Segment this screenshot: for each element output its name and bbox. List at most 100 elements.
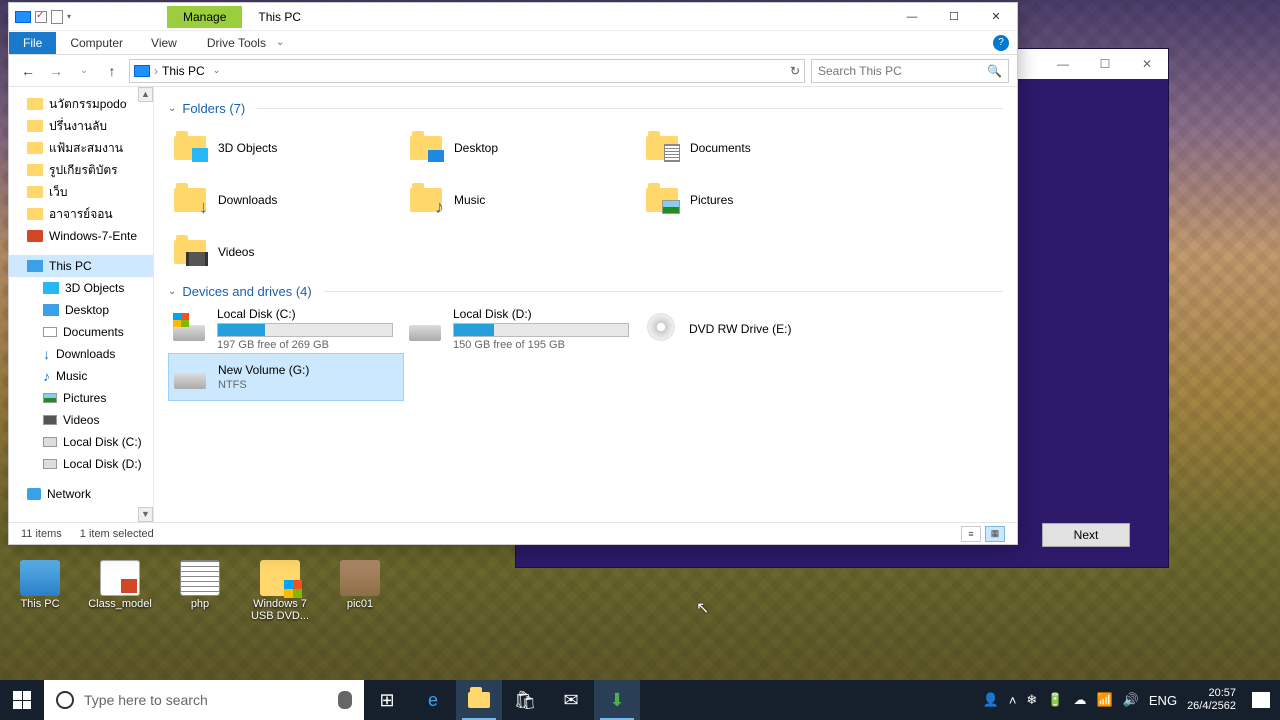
taskbar-search-placeholder: Type here to search — [84, 692, 328, 708]
tray-network-icon[interactable]: 📶 — [1097, 692, 1113, 708]
tray-language[interactable]: ENG — [1149, 693, 1177, 708]
maximize-button[interactable]: ☐ — [933, 3, 975, 31]
help-icon[interactable]: ? — [993, 35, 1009, 51]
tray-notifications-icon[interactable] — [1252, 692, 1270, 708]
desktop-icons: This PC Class_model php Windows 7 USB DV… — [10, 560, 390, 622]
desktop-icon-thispc[interactable]: This PC — [10, 560, 70, 622]
task-view-icon[interactable]: ⊞ — [364, 680, 410, 720]
collapse-icon[interactable]: ⌄ — [168, 286, 176, 297]
nav-3dobjects[interactable]: 3D Objects — [9, 277, 153, 299]
folder-music[interactable]: Music — [404, 174, 640, 226]
search-box[interactable]: 🔍 — [811, 59, 1009, 83]
nav-localdisk-d[interactable]: Local Disk (D:) — [9, 453, 153, 475]
nav-localdisk-c[interactable]: Local Disk (C:) — [9, 431, 153, 453]
status-bar: 11 items 1 item selected ≡ ▦ — [9, 522, 1017, 544]
nav-folder[interactable]: นวัตกรรมpodo — [9, 93, 153, 115]
nav-network[interactable]: Network — [9, 483, 153, 505]
back-button[interactable]: ← — [17, 63, 39, 79]
next-button[interactable]: Next — [1042, 523, 1130, 547]
tray-onedrive-icon[interactable]: ☁ — [1074, 692, 1087, 708]
tray-volume-icon[interactable]: 🔊 — [1123, 692, 1139, 708]
taskbar-search[interactable]: Type here to search — [44, 680, 364, 720]
nav-folder[interactable]: แฟ้มสะสมงาน — [9, 137, 153, 159]
status-item-count: 11 items — [21, 528, 62, 540]
ribbon-collapse-icon[interactable]: ⌄ — [276, 37, 284, 48]
nav-folder[interactable]: รูปเกียรติบัตร — [9, 159, 153, 181]
windows-logo-icon — [13, 691, 31, 709]
forward-button[interactable]: → — [45, 63, 67, 79]
nav-folder[interactable]: Windows-7-Ente — [9, 225, 153, 247]
folder-pictures[interactable]: Pictures — [640, 174, 876, 226]
search-icon[interactable]: 🔍 — [987, 64, 1002, 78]
tab-view[interactable]: View — [137, 32, 191, 54]
nav-desktop[interactable]: Desktop — [9, 299, 153, 321]
search-input[interactable] — [818, 64, 987, 78]
tab-drive-tools[interactable]: Drive Tools — [197, 32, 276, 54]
titlebar: ▾ Manage This PC — ☐ ✕ — [9, 3, 1017, 31]
window-title: This PC — [258, 10, 301, 24]
quick-access-toolbar: ▾ — [9, 10, 77, 24]
tray-chevron-icon[interactable]: ˄ — [1009, 693, 1017, 708]
tray-app-icon[interactable]: ❄ — [1026, 692, 1037, 708]
view-details-icon[interactable]: ≡ — [961, 526, 981, 542]
minimize-button[interactable]: — — [891, 3, 933, 31]
nav-folder[interactable]: ปรึ่นงานลับ — [9, 115, 153, 137]
folder-videos[interactable]: Videos — [168, 226, 404, 278]
folder-documents[interactable]: Documents — [640, 122, 876, 174]
desktop-icon-win7usb[interactable]: Windows 7 USB DVD... — [250, 560, 310, 622]
taskbar-edge-icon[interactable]: e — [410, 680, 456, 720]
nav-folder[interactable]: เว็บ — [9, 181, 153, 203]
contextual-tab-manage[interactable]: Manage — [167, 6, 242, 28]
qat-properties-icon[interactable] — [35, 11, 47, 23]
start-button[interactable] — [0, 680, 44, 720]
taskbar-app-icon[interactable]: ⬇ — [594, 680, 640, 720]
mouse-cursor-icon: ↖ — [696, 598, 709, 618]
address-dropdown-icon[interactable]: ⌄ — [213, 65, 221, 76]
view-tiles-icon[interactable]: ▦ — [985, 526, 1005, 542]
qat-dropdown-icon[interactable]: ▾ — [67, 12, 71, 21]
nav-downloads[interactable]: ↓Downloads — [9, 343, 153, 365]
taskbar-store-icon[interactable]: 🛍 — [502, 680, 548, 720]
folders-group-header[interactable]: ⌄ Folders (7) — [168, 95, 1003, 122]
qat-newfolder-icon[interactable] — [51, 10, 63, 24]
bg-close[interactable]: ✕ — [1126, 50, 1168, 78]
folder-downloads[interactable]: Downloads — [168, 174, 404, 226]
file-explorer-window: ▾ Manage This PC — ☐ ✕ File Computer Vie… — [8, 2, 1018, 545]
drive-c[interactable]: Local Disk (C:) 197 GB free of 269 GB — [168, 305, 404, 353]
nav-documents[interactable]: Documents — [9, 321, 153, 343]
nav-videos[interactable]: Videos — [9, 409, 153, 431]
collapse-icon[interactable]: ⌄ — [168, 103, 176, 114]
tab-file[interactable]: File — [9, 32, 56, 54]
drives-group-header[interactable]: ⌄ Devices and drives (4) — [168, 278, 1003, 305]
desktop-icon-pic01[interactable]: pic01 — [330, 560, 390, 622]
scroll-down-icon[interactable]: ▼ — [138, 507, 153, 522]
taskbar-mail-icon[interactable]: ✉ — [548, 680, 594, 720]
address-bar[interactable]: › This PC ⌄ ↻ — [129, 59, 805, 83]
drive-g-selected[interactable]: New Volume (G:) NTFS — [168, 353, 404, 401]
drive-dvd[interactable]: DVD RW Drive (E:) — [640, 305, 876, 353]
tray-clock[interactable]: 20:57 26/4/2562 — [1187, 687, 1236, 713]
folder-3dobjects[interactable]: 3D Objects — [168, 122, 404, 174]
nav-pictures[interactable]: Pictures — [9, 387, 153, 409]
taskbar-explorer-icon[interactable] — [456, 680, 502, 720]
recent-dropdown-icon[interactable]: ⌄ — [73, 65, 95, 76]
nav-music[interactable]: ♪Music — [9, 365, 153, 387]
nav-folder[interactable]: อาจารย์จอน — [9, 203, 153, 225]
bg-minimize[interactable]: — — [1042, 50, 1084, 78]
up-button[interactable]: ↑ — [101, 63, 123, 79]
microphone-icon[interactable] — [338, 691, 352, 709]
scroll-up-icon[interactable]: ▲ — [138, 87, 153, 102]
nav-thispc[interactable]: This PC — [9, 255, 153, 277]
folder-desktop[interactable]: Desktop — [404, 122, 640, 174]
refresh-icon[interactable]: ↻ — [790, 64, 800, 78]
drive-d[interactable]: Local Disk (D:) 150 GB free of 195 GB — [404, 305, 640, 353]
tray-people-icon[interactable]: 👤 — [983, 692, 999, 708]
close-button[interactable]: ✕ — [975, 3, 1017, 31]
status-selected-count: 1 item selected — [80, 528, 154, 540]
system-tray: 👤 ˄ ❄ 🔋 ☁ 📶 🔊 ENG 20:57 26/4/2562 — [973, 687, 1280, 713]
bg-maximize[interactable]: ☐ — [1084, 50, 1126, 78]
desktop-icon-php[interactable]: php — [170, 560, 230, 622]
tray-battery-icon[interactable]: 🔋 — [1047, 692, 1063, 708]
desktop-icon-classmodel[interactable]: Class_model — [90, 560, 150, 622]
tab-computer[interactable]: Computer — [56, 32, 137, 54]
